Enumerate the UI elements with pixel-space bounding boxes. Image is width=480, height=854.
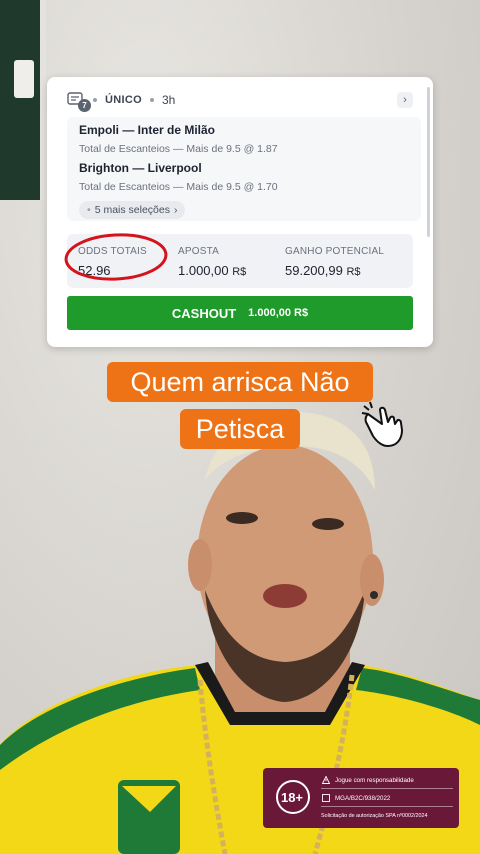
separator-dot [93,98,97,102]
selection-match: Empoli — Inter de Milão [79,123,216,137]
bet-header: 7 ÚNICO 3h › [67,89,413,112]
selections-list: Empoli — Inter de Milão Total de Escante… [67,117,421,221]
expand-chevron-icon[interactable]: › [397,92,413,108]
chevron-right-icon: › [173,204,178,216]
selection-match: Brighton — Liverpool [79,161,202,175]
selection-item[interactable]: Empoli — Inter de Milão Total de Escante… [79,123,278,155]
stake-label: APOSTA [178,246,220,257]
cashout-button[interactable]: CASHOUT 1.000,00 R$ [67,296,413,330]
badge-responsible-text: Jogue com responsabilidade [335,776,414,784]
selection-item[interactable]: Brighton — Liverpool Total de Escanteios… [79,161,278,193]
warning-icon [321,776,330,785]
cashout-label: CASHOUT [171,305,237,321]
license-icon [321,794,330,803]
badge-row: MGA/B2C/938/2022 [321,790,453,807]
selection-market: Total de Escanteios — Mais de 9.5 @ 1.70 [79,181,278,193]
potential-value: 59.200,99 [285,263,343,278]
potential-stat: GANHO POTENCIAL 59.200,99 R$ [285,246,384,278]
separator-dot [149,98,154,102]
potential-currency: R$ [346,266,361,278]
bet-stats: ODDS TOTAIS 52.96 APOSTA 1.000,00 R$ GAN… [64,233,413,288]
badge-authorization-text: Solicitação de autorização SPA nº0002/20… [321,813,428,819]
caption-line-1: Quem arrisca Não [107,362,373,402]
bet-slip-card[interactable]: 7 ÚNICO 3h › Empoli — Inter de Milão Tot… [47,77,433,347]
badge-row: Jogue com responsabilidade [321,772,453,789]
age-18-plus-icon: 18+ [276,780,310,814]
stake-stat: APOSTA 1.000,00 R$ [178,246,246,278]
svg-text:18+: 18+ [281,790,303,805]
scrollbar[interactable] [427,87,430,237]
potential-label: GANHO POTENCIAL [285,246,385,257]
pointing-hand-icon [361,401,403,447]
badge-license-text: MGA/B2C/938/2022 [335,794,391,802]
bullet-icon: • [87,204,91,216]
bet-type: ÚNICO [105,94,142,106]
stake-currency: R$ [232,266,247,278]
responsible-gaming-badge: 18+ Jogue com responsabilidade MGA/B2C/9… [263,768,459,828]
more-selections-button[interactable]: • 5 mais seleções › [79,201,186,219]
caption-line-2: Petisca [180,409,300,449]
stake-value: 1.000,00 [178,263,229,278]
ticket-icon: 7 [67,92,91,112]
selection-market: Total de Escanteios — Mais de 9.5 @ 1.87 [79,143,278,155]
cashout-amount: 1.000,00 R$ [248,307,309,319]
ticket-count-badge: 7 [78,99,91,112]
more-selections-label: 5 mais seleções [94,204,170,216]
red-highlight-circle [64,233,168,281]
badge-row: Solicitação de autorização SPA nº0002/20… [321,808,453,824]
bet-time: 3h [161,93,176,107]
